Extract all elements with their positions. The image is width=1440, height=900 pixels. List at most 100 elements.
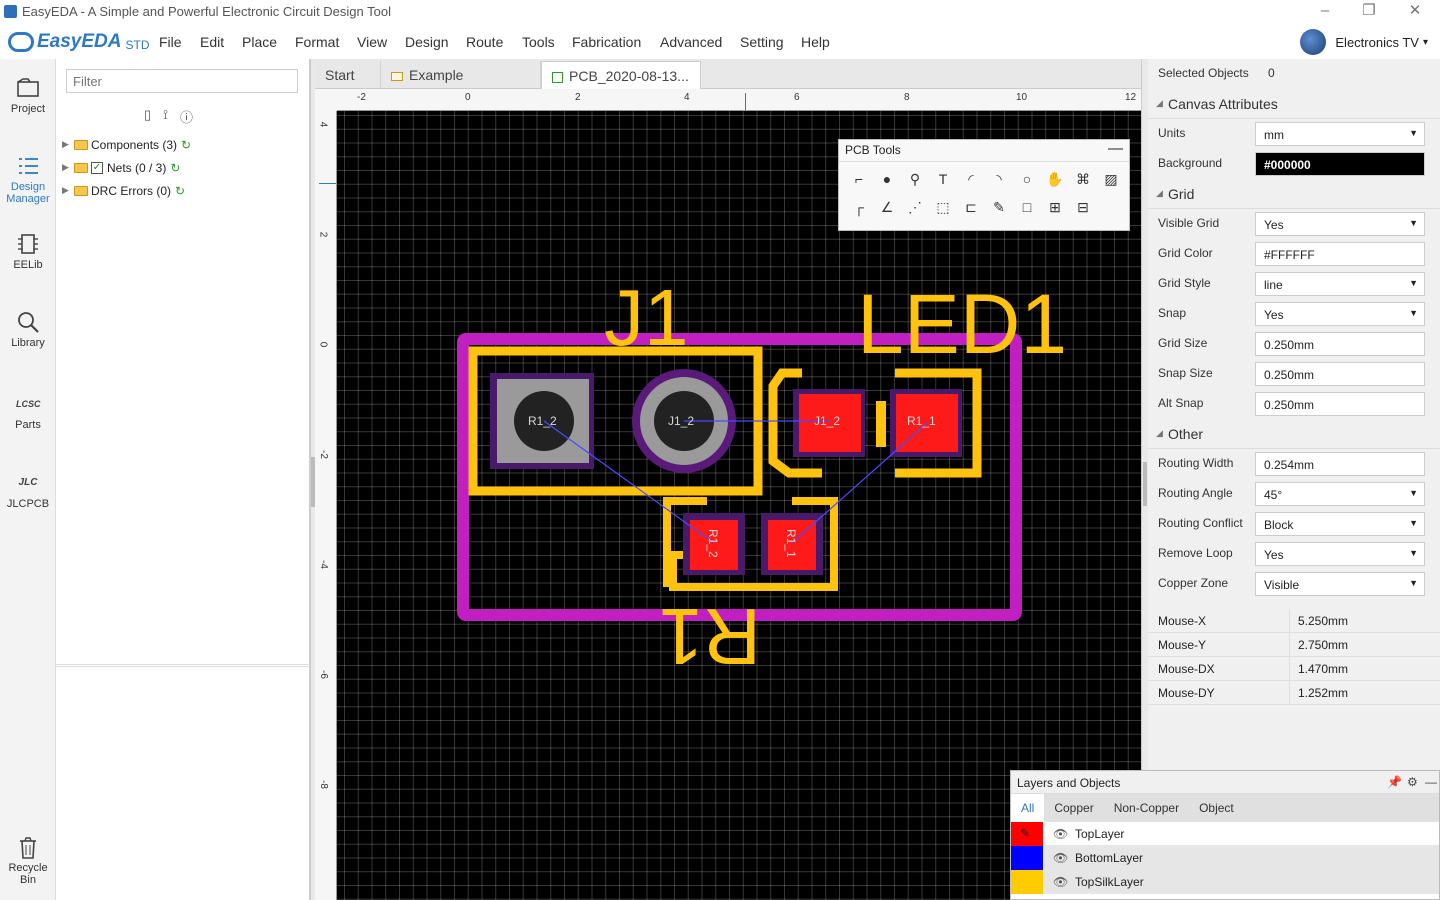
- eye-icon[interactable]: 👁: [1053, 875, 1068, 889]
- menu-format[interactable]: Format: [295, 34, 339, 50]
- refresh-icon[interactable]: ↻: [181, 138, 191, 152]
- tree-item-components[interactable]: ▶ Components (3) ↻: [62, 133, 191, 156]
- rail-recycle-bin[interactable]: Recycle Bin: [0, 836, 56, 886]
- net-view-icon[interactable]: ⟟: [163, 107, 168, 126]
- drc-check-icon[interactable]: ⓘ: [180, 107, 193, 126]
- pin-icon[interactable]: 📌: [1387, 775, 1402, 789]
- eye-icon[interactable]: 👁: [1053, 827, 1068, 841]
- menu-edit[interactable]: Edit: [200, 34, 224, 50]
- filter-input[interactable]: [66, 69, 298, 93]
- nets-checkbox[interactable]: ✓: [91, 161, 103, 174]
- rect-tool-icon[interactable]: ✎: [985, 193, 1013, 221]
- expand-arrow-icon[interactable]: ▶: [62, 162, 72, 173]
- minimize-icon[interactable]: —: [1108, 140, 1123, 157]
- rail-eelib[interactable]: EELib: [0, 233, 56, 271]
- layer-row-topsilklayer[interactable]: 👁 TopSilkLayer: [1011, 869, 1439, 894]
- section-grid[interactable]: ◢ Grid: [1148, 179, 1440, 209]
- image-tool-icon[interactable]: ▨: [1097, 165, 1125, 193]
- menu-setting[interactable]: Setting: [740, 34, 784, 50]
- layer-color-swatch[interactable]: [1011, 845, 1043, 870]
- layers-panel-header[interactable]: Layers and Objects 📌 ⚙ —: [1011, 771, 1439, 794]
- refresh-icon[interactable]: ↻: [175, 184, 185, 198]
- center-arc-tool-icon[interactable]: ◝: [985, 165, 1013, 193]
- designator-r1[interactable]: R1: [659, 592, 761, 681]
- section-canvas-attributes[interactable]: ◢ Canvas Attributes: [1148, 89, 1440, 119]
- rail-design-manager[interactable]: Design Manager: [0, 155, 56, 205]
- copper-zone-select[interactable]: Visible ▼: [1255, 572, 1425, 596]
- visible-grid-select[interactable]: Yes ▼: [1255, 212, 1425, 236]
- panel-divider[interactable]: [56, 664, 310, 667]
- remove-loop-select[interactable]: Yes ▼: [1255, 542, 1425, 566]
- close-button[interactable]: ✕: [1400, 2, 1430, 22]
- section-other[interactable]: ◢ Other: [1148, 419, 1440, 449]
- layer-color-swatch[interactable]: ✎: [1011, 821, 1043, 846]
- menu-fabrication[interactable]: Fabrication: [572, 34, 641, 50]
- menu-tools[interactable]: Tools: [522, 34, 555, 50]
- menu-file[interactable]: File: [159, 34, 182, 50]
- layer-row-bottomlayer[interactable]: 👁 BottomLayer: [1011, 845, 1439, 870]
- rail-library[interactable]: Library: [0, 311, 56, 349]
- restore-button[interactable]: ❐: [1354, 2, 1384, 22]
- minimize-button[interactable]: –: [1310, 2, 1340, 22]
- via-tool-icon[interactable]: ⚲: [901, 165, 929, 193]
- menu-route[interactable]: Route: [466, 34, 503, 50]
- menu-advanced[interactable]: Advanced: [660, 34, 722, 50]
- easyeda-logo[interactable]: EasyEDA STD: [8, 29, 150, 55]
- canvas-origin-icon[interactable]: ⌘: [1069, 165, 1097, 193]
- tree-item-nets[interactable]: ▶ ✓ Nets (0 / 3) ↻: [62, 156, 191, 179]
- pad-tool-icon[interactable]: ●: [873, 165, 901, 193]
- menu-view[interactable]: View: [357, 34, 387, 50]
- eye-icon[interactable]: 👁: [1053, 851, 1068, 865]
- background-color-field[interactable]: #000000: [1255, 152, 1425, 176]
- tab-object[interactable]: Object: [1189, 794, 1244, 822]
- tab-start[interactable]: Start: [315, 61, 381, 89]
- component-view-icon[interactable]: ▯: [144, 107, 151, 126]
- dimension-tool-icon[interactable]: ∠: [873, 193, 901, 221]
- menu-help[interactable]: Help: [801, 34, 830, 50]
- text-tool-icon[interactable]: T: [929, 165, 957, 193]
- routing-angle-select[interactable]: 45° ▼: [1255, 482, 1425, 506]
- refresh-icon[interactable]: ↻: [170, 161, 180, 175]
- expand-arrow-icon[interactable]: ▶: [62, 139, 72, 150]
- arc-tool-icon[interactable]: ◜: [957, 165, 985, 193]
- group-tool-icon[interactable]: ⊞: [1041, 193, 1069, 221]
- circle-tool-icon[interactable]: ○: [1013, 165, 1041, 193]
- pan-tool-icon[interactable]: ✋: [1041, 165, 1069, 193]
- tab-pcb[interactable]: PCB_2020-08-13...: [541, 61, 701, 89]
- layer-tool-icon[interactable]: ⊟: [1069, 193, 1097, 221]
- routing-width-field[interactable]: 0.254mm: [1255, 452, 1425, 476]
- layer-color-swatch[interactable]: [1011, 869, 1043, 894]
- track-tool-icon[interactable]: ⌐: [845, 165, 873, 193]
- snap-select[interactable]: Yes ▼: [1255, 302, 1425, 326]
- tab-example[interactable]: Example: [381, 61, 541, 89]
- copper-area-icon[interactable]: ⬚: [929, 193, 957, 221]
- rectangle-icon[interactable]: □: [1013, 193, 1041, 221]
- routing-conflict-select[interactable]: Block ▼: [1255, 512, 1425, 536]
- grid-color-field[interactable]: #FFFFFF: [1255, 242, 1425, 266]
- menu-place[interactable]: Place: [242, 34, 277, 50]
- grid-style-select[interactable]: line ▼: [1255, 272, 1425, 296]
- user-menu[interactable]: Electronics TV ▾: [1300, 28, 1428, 56]
- alt-snap-field[interactable]: 0.250mm: [1255, 392, 1425, 416]
- hole-tool-icon[interactable]: ⋰: [901, 193, 929, 221]
- expand-arrow-icon[interactable]: ▶: [62, 185, 72, 196]
- tree-item-drc-errors[interactable]: ▶ DRC Errors (0) ↻: [62, 179, 191, 202]
- designator-led1[interactable]: LED1: [857, 277, 1067, 371]
- tab-copper[interactable]: Copper: [1044, 794, 1103, 822]
- tab-all[interactable]: All: [1011, 794, 1045, 822]
- units-select[interactable]: mm ▼: [1255, 122, 1425, 146]
- rail-parts[interactable]: LCSC Parts: [0, 393, 56, 431]
- menu-design[interactable]: Design: [405, 34, 449, 50]
- pcb-tools-header[interactable]: PCB Tools —: [839, 140, 1129, 162]
- snap-size-field[interactable]: 0.250mm: [1255, 362, 1425, 386]
- tab-non-copper[interactable]: Non-Copper: [1104, 794, 1189, 822]
- minimize-icon[interactable]: —: [1425, 775, 1437, 789]
- layer-row-toplayer[interactable]: ✎ 👁 TopLayer: [1011, 821, 1439, 846]
- rail-jlcpcb[interactable]: JLC JLCPCB: [0, 472, 56, 510]
- designator-j1[interactable]: J1: [604, 273, 689, 362]
- rail-project[interactable]: Project: [0, 77, 56, 115]
- gear-icon[interactable]: ⚙: [1407, 775, 1418, 789]
- connect-pad-icon[interactable]: ┌: [845, 193, 873, 221]
- splitter-grip[interactable]: [1143, 462, 1147, 506]
- solid-region-icon[interactable]: ⊏: [957, 193, 985, 221]
